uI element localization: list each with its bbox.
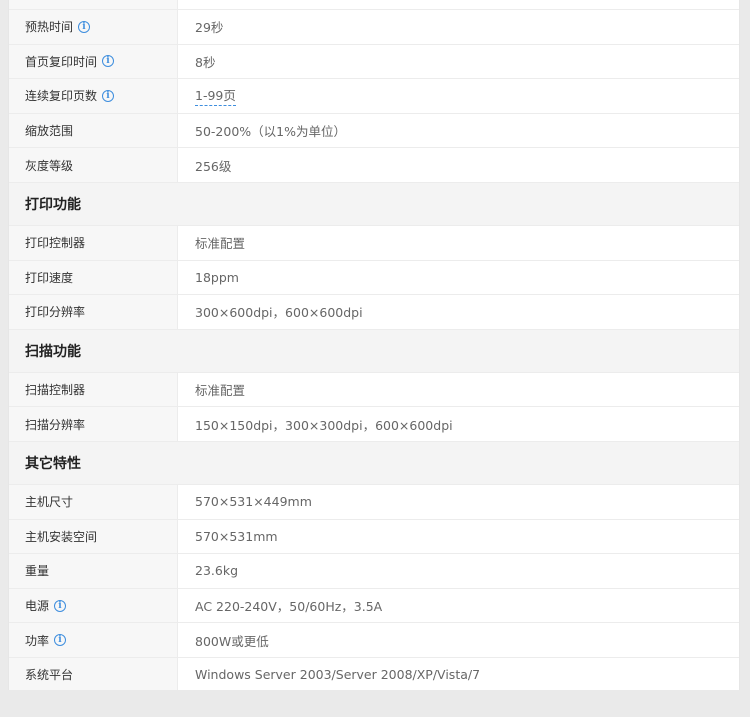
spec-label: 预热时间 i [9, 10, 178, 44]
table-row: 扫描控制器 标准配置 [9, 372, 739, 408]
table-row: 打印速度 18ppm [9, 260, 739, 296]
spec-label: 主机安装空间 [9, 519, 178, 554]
table-row: 首页复印时间 i 8秒 [9, 44, 739, 80]
table-row: 打印控制器 标准配置 [9, 225, 739, 261]
table-row: 重量 23.6kg [9, 554, 739, 589]
spec-label: 连续复印页数 i [9, 79, 178, 113]
table-row: 系统平台 Windows Server 2003/Server 2008/XP/… [9, 657, 739, 690]
spec-label: 电源 i [9, 588, 178, 623]
table-row: 预热时间 i 29秒 [9, 10, 739, 45]
section-title-other: 其它特性 [9, 441, 739, 485]
spec-value: 1-99页 [178, 79, 739, 113]
spec-value: 300×600dpi，600×600dpi [195, 305, 363, 321]
table-row: 扫描分辨率 150×150dpi，300×300dpi，600×600dpi [9, 407, 739, 442]
spec-value: 256级 [195, 158, 232, 174]
spec-label: 首页复印时间 i [9, 44, 178, 79]
table-row: 功率 i 800W或更低 [9, 623, 739, 658]
spec-label: 缩放范围 [9, 113, 178, 148]
spec-label: 扫描分辨率 [9, 407, 178, 441]
spec-value: 150×150dpi，300×300dpi，600×600dpi [195, 417, 453, 433]
table-row: 主机尺寸 570×531×449mm [9, 484, 739, 520]
spec-value: AC 220-240V，50/60Hz，3.5A [195, 599, 383, 615]
spec-label: 打印控制器 [9, 225, 178, 260]
section-title-print: 打印功能 [9, 182, 739, 226]
info-circle-icon[interactable]: i [78, 20, 91, 33]
spec-table: 预热时间 i 29秒 首页复印时间 i 8秒 连续复印页数 i 1-99页 缩放… [8, 0, 740, 690]
spec-label: 扫描控制器 [9, 372, 178, 407]
table-row-top-edge [9, 0, 739, 10]
info-circle-icon[interactable]: i [102, 89, 115, 102]
spec-label: 主机尺寸 [9, 484, 178, 519]
info-circle-icon[interactable]: i [102, 55, 115, 68]
info-circle-icon[interactable]: i [54, 634, 67, 647]
spec-label: 功率 i [9, 623, 178, 657]
table-row: 主机安装空间 570×531mm [9, 519, 739, 555]
table-row: 连续复印页数 i 1-99页 [9, 79, 739, 114]
spec-label: 重量 [9, 554, 178, 588]
spec-value: 23.6kg [195, 563, 239, 579]
spec-value: 800W或更低 [195, 633, 269, 649]
spec-value: 570×531mm [195, 528, 278, 544]
spec-value: 50-200%（以1%为单位） [195, 124, 346, 140]
spec-value: 标准配置 [195, 383, 246, 399]
section-title-scan: 扫描功能 [9, 329, 739, 373]
spec-label: 灰度等级 [9, 148, 178, 182]
spec-value: 8秒 [195, 54, 216, 70]
spec-value: 570×531×449mm [195, 494, 312, 510]
spec-label: 打印速度 [9, 260, 178, 295]
continuous-copy-link[interactable]: 1-99页 [195, 85, 236, 107]
info-circle-icon[interactable]: i [54, 599, 67, 612]
spec-label: 打印分辨率 [9, 295, 178, 329]
table-row: 灰度等级 256级 [9, 148, 739, 183]
spec-label: 系统平台 [9, 657, 178, 690]
spec-value: 29秒 [195, 20, 224, 36]
table-row: 缩放范围 50-200%（以1%为单位） [9, 113, 739, 149]
spec-value: Windows Server 2003/Server 2008/XP/Vista… [195, 667, 481, 683]
table-row: 电源 i AC 220-240V，50/60Hz，3.5A [9, 588, 739, 624]
spec-value: 18ppm [195, 269, 239, 285]
spec-value: 标准配置 [195, 236, 246, 252]
table-row: 打印分辨率 300×600dpi，600×600dpi [9, 295, 739, 330]
